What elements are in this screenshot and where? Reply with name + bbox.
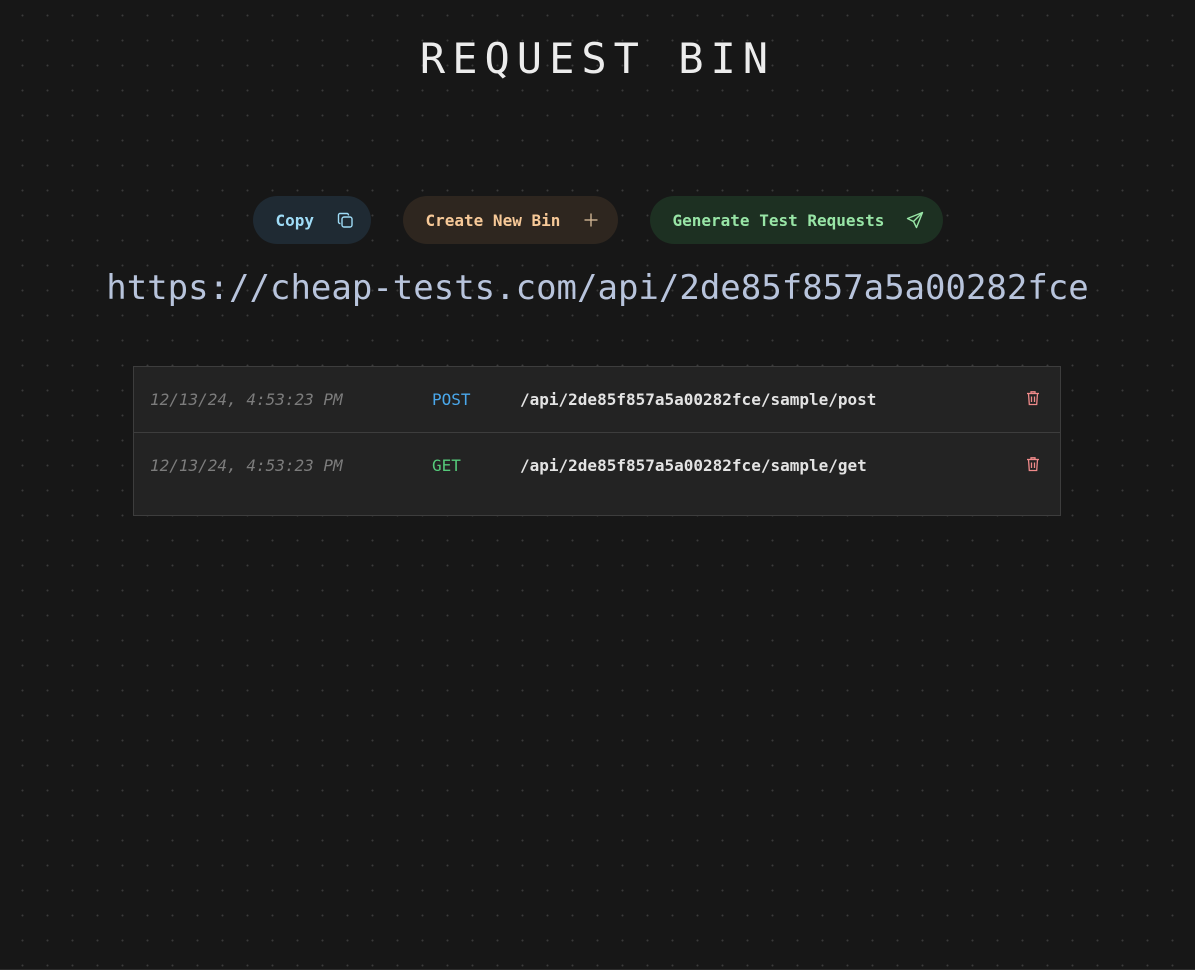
create-new-bin-button[interactable]: Create New Bin <box>402 196 618 244</box>
create-new-bin-label: Create New Bin <box>425 210 561 230</box>
generate-test-requests-button[interactable]: Generate Test Requests <box>649 196 943 244</box>
generate-test-requests-label: Generate Test Requests <box>672 210 885 230</box>
request-timestamp: 12/13/24, 4:53:23 PM <box>150 390 343 409</box>
bin-url[interactable]: https://cheap-tests.com/api/2de85f857a5a… <box>0 268 1195 308</box>
send-icon <box>906 211 924 229</box>
request-timestamp: 12/13/24, 4:53:23 PM <box>150 456 343 475</box>
request-list: 12/13/24, 4:53:23 PM POST /api/2de85f857… <box>133 366 1061 516</box>
toolbar: Copy Create New Bin Generate Test Reques… <box>0 196 1195 244</box>
trash-icon[interactable] <box>1026 456 1040 472</box>
plus-icon <box>582 211 600 229</box>
request-row[interactable]: 12/13/24, 4:53:23 PM POST /api/2de85f857… <box>134 367 1060 433</box>
trash-icon[interactable] <box>1026 390 1040 406</box>
request-method: GET <box>432 456 461 475</box>
request-row[interactable]: 12/13/24, 4:53:23 PM GET /api/2de85f857a… <box>134 433 1060 499</box>
copy-button-label: Copy <box>275 210 315 230</box>
app-title: REQUEST BIN <box>419 34 776 83</box>
request-path: /api/2de85f857a5a00282fce/sample/get <box>520 456 867 475</box>
copy-icon <box>336 211 354 229</box>
copy-button[interactable]: Copy <box>252 196 371 244</box>
request-path: /api/2de85f857a5a00282fce/sample/post <box>520 390 877 409</box>
request-method: POST <box>432 390 471 409</box>
